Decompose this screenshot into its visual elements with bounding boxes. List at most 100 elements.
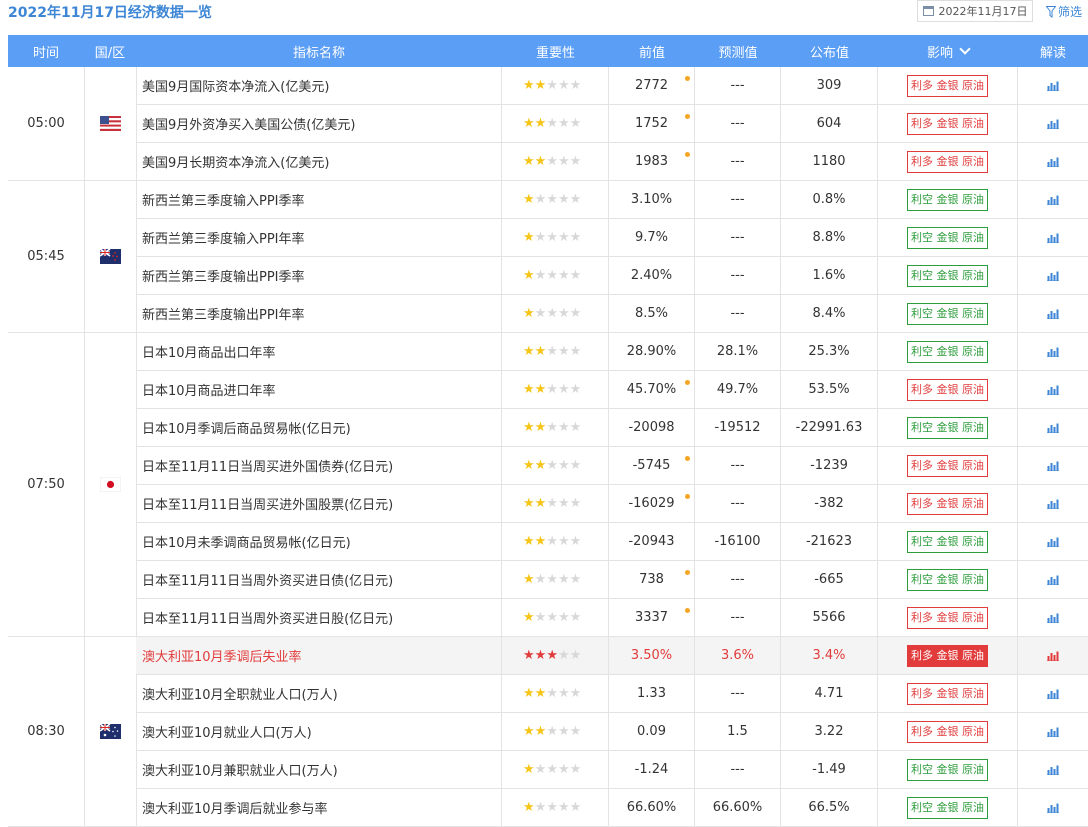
filter-button[interactable]: 筛选: [1046, 3, 1082, 20]
table-row[interactable]: 澳大利亚10月全职就业人口(万人) ★ ★ ★ ★ ★ 1.33 --- 4.71 利多…: [136, 675, 1088, 713]
previous-value-cell: 8.5%: [609, 295, 695, 332]
analysis-cell[interactable]: [1018, 485, 1088, 522]
bar-chart-icon[interactable]: [1047, 271, 1059, 281]
analysis-cell[interactable]: [1018, 409, 1088, 446]
analysis-cell[interactable]: [1018, 561, 1088, 598]
forecast-value: ---: [695, 675, 781, 712]
analysis-cell[interactable]: [1018, 295, 1088, 332]
bar-chart-icon[interactable]: [1047, 81, 1059, 91]
table-row[interactable]: 日本至11月11日当周买进外国债券(亿日元) ★ ★ ★ ★ ★ -5745 --- -…: [136, 447, 1088, 485]
analysis-cell[interactable]: [1018, 599, 1088, 636]
bar-chart-icon[interactable]: [1047, 689, 1059, 699]
table-row[interactable]: 澳大利亚10月就业人口(万人) ★ ★ ★ ★ ★ 0.09 1.5 3.22 利多 金…: [136, 713, 1088, 751]
analysis-cell[interactable]: [1018, 371, 1088, 408]
analysis-cell[interactable]: [1018, 447, 1088, 484]
indicator-name[interactable]: 日本10月商品出口年率: [136, 333, 502, 370]
table-row[interactable]: 澳大利亚10月季调后就业参与率 ★ ★ ★ ★ ★ 66.60% 66.60% 66.5…: [136, 789, 1088, 827]
indicator-name[interactable]: 澳大利亚10月全职就业人口(万人): [136, 675, 502, 712]
star-icon: ★: [557, 648, 570, 663]
table-row[interactable]: 美国9月外资净买入美国公债(亿美元) ★ ★ ★ ★ ★ 1752 --- 604 利多…: [136, 105, 1088, 143]
table-row[interactable]: 新西兰第三季度输出PPI季率 ★ ★ ★ ★ ★ 2.40% --- 1.6% 利空 金…: [136, 257, 1088, 295]
star-icon: ★: [569, 800, 582, 815]
bar-chart-icon[interactable]: [1047, 119, 1059, 129]
analysis-cell[interactable]: [1018, 67, 1088, 104]
indicator-name[interactable]: 日本10月季调后商品贸易帐(亿日元): [136, 409, 502, 446]
analysis-cell[interactable]: [1018, 143, 1088, 180]
analysis-cell[interactable]: [1018, 637, 1088, 674]
bar-chart-icon[interactable]: [1047, 537, 1059, 547]
table-row[interactable]: 日本至11月11日当周外资买进日债(亿日元) ★ ★ ★ ★ ★ 738 --- -66…: [136, 561, 1088, 599]
star-icon: ★: [557, 382, 570, 397]
table-row[interactable]: 美国9月长期资本净流入(亿美元) ★ ★ ★ ★ ★ 1983 --- 1180 利多 …: [136, 143, 1088, 181]
indicator-name[interactable]: 新西兰第三季度输出PPI年率: [136, 295, 502, 332]
analysis-cell[interactable]: [1018, 713, 1088, 750]
indicator-name[interactable]: 日本10月未季调商品贸易帐(亿日元): [136, 523, 502, 560]
table-row[interactable]: 日本10月未季调商品贸易帐(亿日元) ★ ★ ★ ★ ★ -20943 -16100 -…: [136, 523, 1088, 561]
previous-value-cell: -16029: [609, 485, 695, 522]
indicator-name[interactable]: 日本至11月11日当周外资买进日股(亿日元): [136, 599, 502, 636]
col-header-analysis: 解读: [1018, 35, 1088, 67]
table-row[interactable]: 美国9月国际资本净流入(亿美元) ★ ★ ★ ★ ★ 2772 --- 309 利多 金…: [136, 67, 1088, 105]
bar-chart-icon[interactable]: [1047, 309, 1059, 319]
table-row[interactable]: 新西兰第三季度输出PPI年率 ★ ★ ★ ★ ★ 8.5% --- 8.4% 利空 金银…: [136, 295, 1088, 333]
analysis-cell[interactable]: [1018, 257, 1088, 294]
bar-chart-icon[interactable]: [1047, 233, 1059, 243]
bar-chart-icon[interactable]: [1047, 651, 1059, 661]
importance-stars: ★ ★ ★ ★ ★: [502, 561, 609, 598]
analysis-cell[interactable]: [1018, 675, 1088, 712]
analysis-cell[interactable]: [1018, 523, 1088, 560]
bar-chart-icon[interactable]: [1047, 157, 1059, 167]
analysis-cell[interactable]: [1018, 751, 1088, 788]
indicator-name[interactable]: 美国9月外资净买入美国公债(亿美元): [136, 105, 502, 142]
bar-chart-icon[interactable]: [1047, 461, 1059, 471]
analysis-cell[interactable]: [1018, 789, 1088, 826]
analysis-cell[interactable]: [1018, 181, 1088, 218]
indicator-name[interactable]: 美国9月长期资本净流入(亿美元): [136, 143, 502, 180]
indicator-name[interactable]: 新西兰第三季度输入PPI年率: [136, 219, 502, 256]
impact-badge: 利空 金银 原油: [907, 416, 988, 439]
indicator-name[interactable]: 日本10月商品进口年率: [136, 371, 502, 408]
previous-value: 1983: [634, 154, 669, 169]
col-header-impact[interactable]: 影响: [878, 35, 1018, 67]
bar-chart-icon[interactable]: [1047, 613, 1059, 623]
bar-chart-icon[interactable]: [1047, 347, 1059, 357]
analysis-cell[interactable]: [1018, 219, 1088, 256]
indicator-name[interactable]: 澳大利亚10月就业人口(万人): [136, 713, 502, 750]
bar-chart-icon[interactable]: [1047, 765, 1059, 775]
impact-cell: 利空 金银 原油: [878, 257, 1018, 294]
forecast-value: ---: [695, 219, 781, 256]
table-row[interactable]: 新西兰第三季度输入PPI年率 ★ ★ ★ ★ ★ 9.7% --- 8.8% 利空 金银…: [136, 219, 1088, 257]
bar-chart-icon[interactable]: [1047, 423, 1059, 433]
indicator-name[interactable]: 日本至11月11日当周买进外国股票(亿日元): [136, 485, 502, 522]
bar-chart-icon[interactable]: [1047, 803, 1059, 813]
indicator-name[interactable]: 日本至11月11日当周外资买进日债(亿日元): [136, 561, 502, 598]
indicator-name[interactable]: 新西兰第三季度输入PPI季率: [136, 181, 502, 218]
star-icon: ★: [523, 534, 535, 549]
table-row[interactable]: 日本10月商品出口年率 ★ ★ ★ ★ ★ 28.90% 28.1% 25.3% 利空 …: [136, 333, 1088, 371]
bar-chart-icon[interactable]: [1047, 727, 1059, 737]
actual-value: -21623: [781, 523, 878, 560]
star-icon: ★: [534, 382, 547, 397]
calendar-icon: [922, 6, 934, 16]
indicator-name[interactable]: 新西兰第三季度输出PPI季率: [136, 257, 502, 294]
table-row[interactable]: 日本至11月11日当周外资买进日股(亿日元) ★ ★ ★ ★ ★ 3337 --- 55…: [136, 599, 1088, 637]
bar-chart-icon[interactable]: [1047, 499, 1059, 509]
indicator-name[interactable]: 美国9月国际资本净流入(亿美元): [136, 67, 502, 104]
table-row[interactable]: 新西兰第三季度输入PPI季率 ★ ★ ★ ★ ★ 3.10% --- 0.8% 利空 金…: [136, 181, 1088, 219]
bar-chart-icon[interactable]: [1047, 195, 1059, 205]
table-row[interactable]: 澳大利亚10月季调后失业率 ★ ★ ★ ★ ★ 3.50% 3.6% 3.4% 利多 金…: [136, 637, 1088, 675]
table-row[interactable]: 日本至11月11日当周买进外国股票(亿日元) ★ ★ ★ ★ ★ -16029 --- …: [136, 485, 1088, 523]
analysis-cell[interactable]: [1018, 333, 1088, 370]
analysis-cell[interactable]: [1018, 105, 1088, 142]
bar-chart-icon[interactable]: [1047, 575, 1059, 585]
us-flag-icon: [99, 116, 121, 131]
bar-chart-icon[interactable]: [1047, 385, 1059, 395]
indicator-name[interactable]: 澳大利亚10月季调后失业率: [136, 637, 502, 674]
table-row[interactable]: 日本10月季调后商品贸易帐(亿日元) ★ ★ ★ ★ ★ -20098 -19512 -…: [136, 409, 1088, 447]
indicator-name[interactable]: 澳大利亚10月兼职就业人口(万人): [136, 751, 502, 788]
table-row[interactable]: 澳大利亚10月兼职就业人口(万人) ★ ★ ★ ★ ★ -1.24 --- -1.49 …: [136, 751, 1088, 789]
table-row[interactable]: 日本10月商品进口年率 ★ ★ ★ ★ ★ 45.70% 49.7% 53.5% 利多 …: [136, 371, 1088, 409]
date-picker[interactable]: 2022年11月17日: [917, 0, 1033, 22]
indicator-name[interactable]: 日本至11月11日当周买进外国债券(亿日元): [136, 447, 502, 484]
indicator-name[interactable]: 澳大利亚10月季调后就业参与率: [136, 789, 502, 826]
